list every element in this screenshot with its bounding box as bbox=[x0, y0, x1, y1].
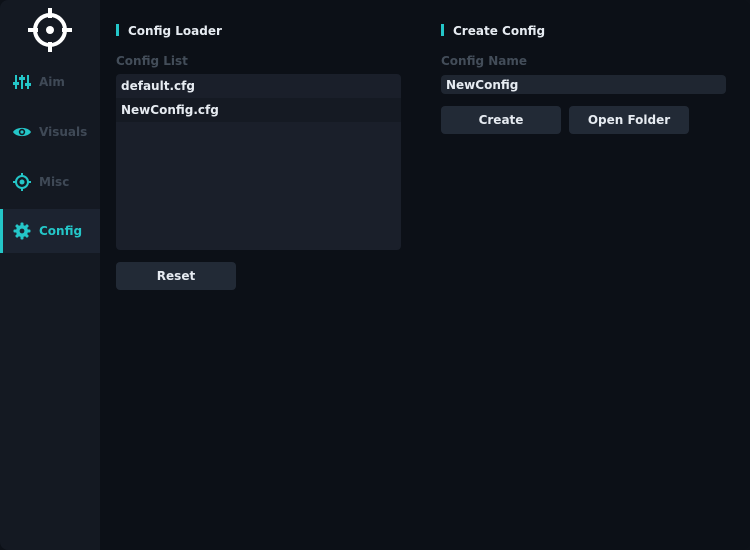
sidebar-item-label: Misc bbox=[39, 175, 70, 189]
open-folder-button[interactable]: Open Folder bbox=[569, 106, 689, 134]
target-icon bbox=[13, 173, 31, 191]
sidebar-item-aim[interactable]: Aim bbox=[0, 60, 100, 104]
sidebar: Aim Visuals Misc Config bbox=[0, 0, 100, 550]
sliders-icon bbox=[13, 75, 31, 89]
reset-button[interactable]: Reset bbox=[116, 262, 236, 290]
sidebar-item-visuals[interactable]: Visuals bbox=[0, 110, 100, 154]
config-name-label: Config Name bbox=[441, 54, 528, 68]
config-list[interactable]: default.cfg NewConfig.cfg bbox=[116, 74, 401, 250]
create-button[interactable]: Create bbox=[441, 106, 561, 134]
app-window: Aim Visuals Misc Config Config Loader Co… bbox=[0, 0, 750, 550]
create-config-title: Create Config bbox=[441, 24, 545, 38]
config-list-label: Config List bbox=[116, 54, 188, 68]
sidebar-item-label: Config bbox=[39, 224, 83, 238]
sidebar-item-misc[interactable]: Misc bbox=[0, 160, 100, 204]
sidebar-item-label: Visuals bbox=[39, 125, 88, 139]
gear-icon bbox=[13, 222, 31, 240]
config-loader-title: Config Loader bbox=[116, 24, 222, 38]
crosshair-icon bbox=[28, 8, 72, 52]
list-item[interactable]: default.cfg bbox=[116, 74, 401, 98]
eye-icon bbox=[13, 127, 31, 137]
sidebar-item-config[interactable]: Config bbox=[0, 209, 100, 253]
sidebar-item-label: Aim bbox=[39, 75, 65, 89]
list-item[interactable]: NewConfig.cfg bbox=[116, 98, 401, 122]
config-name-input[interactable] bbox=[441, 75, 726, 94]
